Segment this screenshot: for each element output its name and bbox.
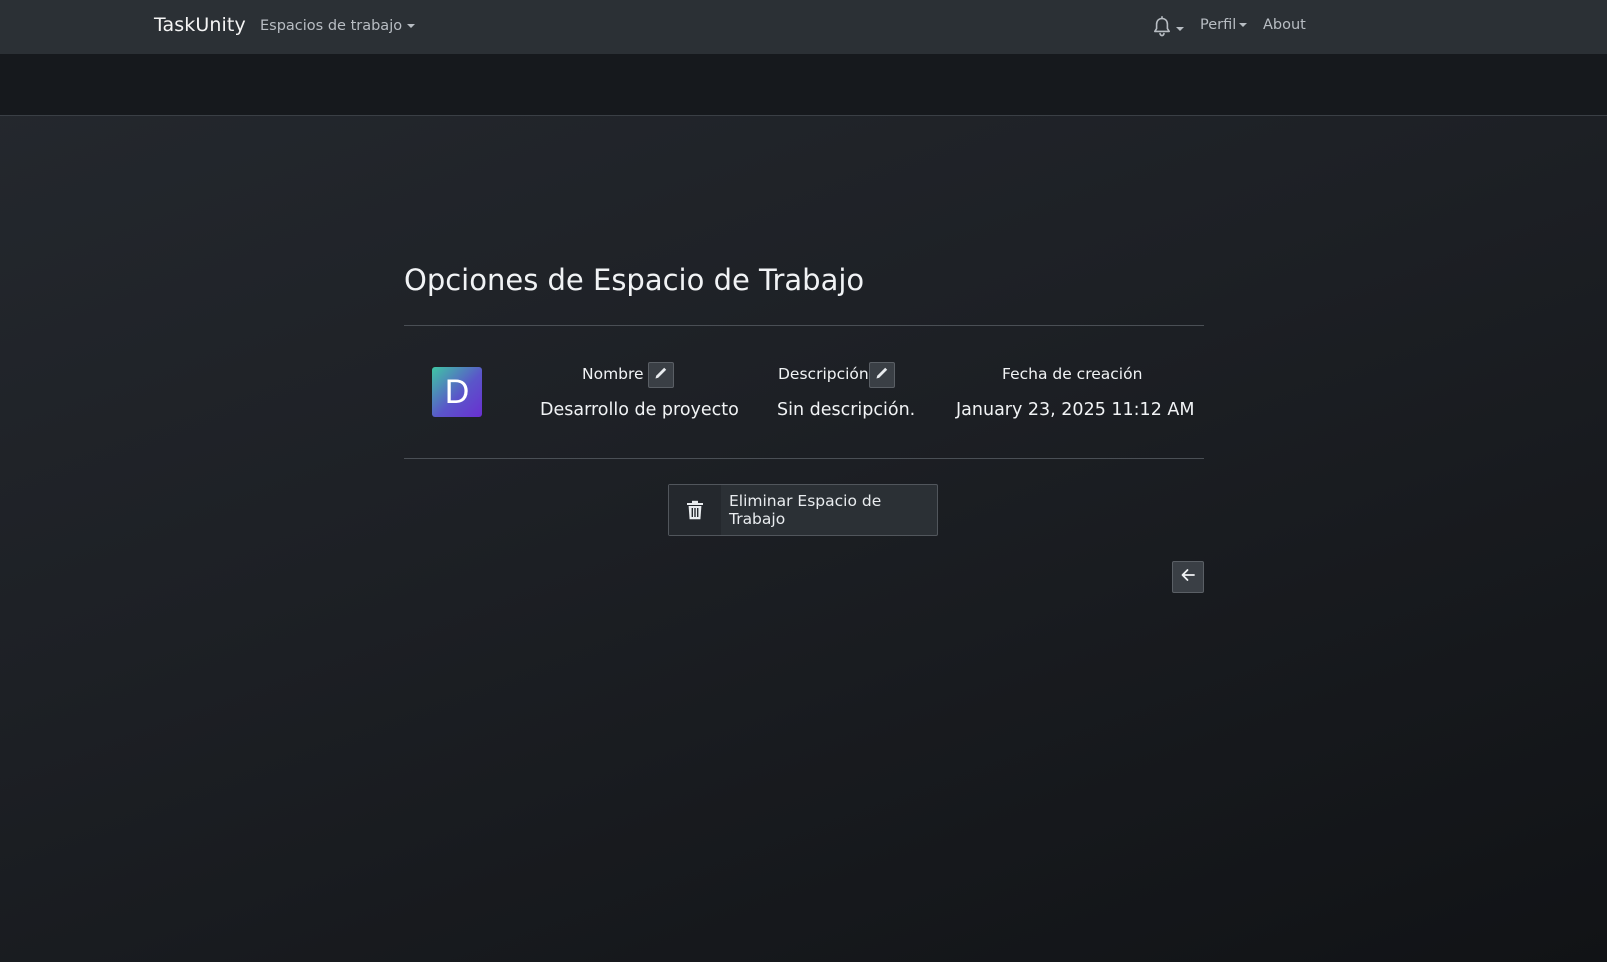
- divider: [404, 458, 1204, 459]
- top-navbar: TaskUnity Espacios de trabajo Perfil Abo…: [0, 0, 1607, 54]
- description-label: Descripción: [778, 365, 869, 383]
- page-title: Opciones de Espacio de Trabajo: [404, 263, 865, 297]
- created-date-label: Fecha de creación: [1002, 365, 1143, 383]
- sub-header-band: [0, 54, 1607, 116]
- workspaces-dropdown-label: Espacios de trabajo: [260, 18, 403, 34]
- profile-dropdown[interactable]: Perfil: [1200, 17, 1248, 33]
- profile-dropdown-label: Perfil: [1200, 17, 1237, 33]
- back-button[interactable]: [1172, 561, 1204, 593]
- edit-name-button[interactable]: [648, 362, 674, 388]
- name-label: Nombre: [582, 365, 644, 383]
- name-value: Desarrollo de proyecto: [540, 400, 739, 420]
- brand-logo[interactable]: TaskUnity: [154, 14, 246, 36]
- about-link[interactable]: About: [1263, 17, 1306, 33]
- pencil-icon: [874, 365, 890, 385]
- caret-down-icon: [1239, 23, 1248, 27]
- bell-icon: [1152, 16, 1172, 42]
- caret-down-icon: [407, 24, 416, 28]
- delete-workspace-label: Eliminar Espacio de Trabajo: [729, 492, 882, 528]
- arrow-left-icon: [1180, 567, 1196, 587]
- workspace-avatar: D: [432, 367, 482, 417]
- caret-down-icon: [1176, 27, 1184, 31]
- notifications-dropdown[interactable]: [1152, 16, 1184, 42]
- trash-icon: [669, 485, 721, 535]
- description-value: Sin descripción.: [777, 400, 916, 420]
- divider: [404, 325, 1204, 326]
- edit-description-button[interactable]: [869, 362, 895, 388]
- pencil-icon: [653, 365, 669, 385]
- workspaces-dropdown[interactable]: Espacios de trabajo: [260, 18, 416, 34]
- delete-workspace-button[interactable]: Eliminar Espacio de Trabajo: [668, 484, 938, 536]
- created-date-value: January 23, 2025 11:12 AM: [956, 400, 1195, 420]
